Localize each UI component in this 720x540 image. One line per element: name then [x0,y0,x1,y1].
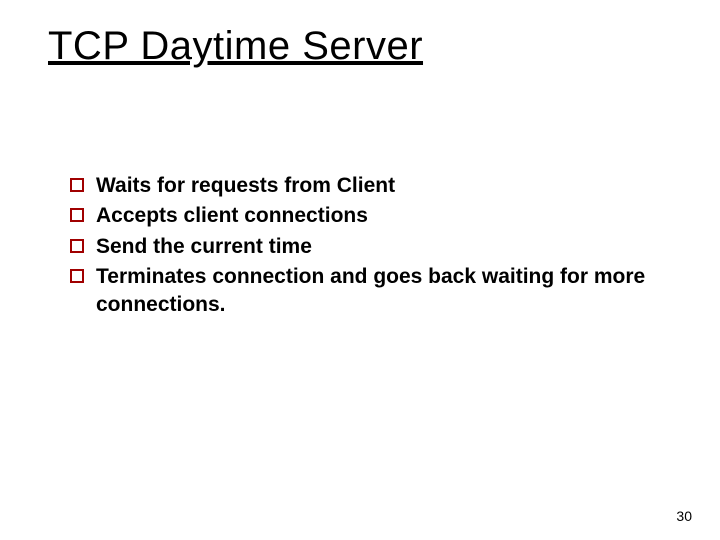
slide: TCP Daytime Server Waits for requests fr… [0,0,720,540]
bullet-text: Send the current time [96,233,660,261]
list-item: Terminates connection and goes back wait… [70,263,660,320]
list-item: Send the current time [70,233,660,261]
slide-title: TCP Daytime Server [48,24,423,69]
list-item: Accepts client connections [70,202,660,230]
bullet-list: Waits for requests from Client Accepts c… [70,170,660,322]
bullet-text: Waits for requests from Client [96,172,660,200]
bullet-icon [70,208,84,222]
list-item: Waits for requests from Client [70,172,660,200]
page-number: 30 [676,508,692,524]
bullet-text: Terminates connection and goes back wait… [96,263,660,320]
bullet-icon [70,269,84,283]
bullet-icon [70,239,84,253]
bullet-icon [70,178,84,192]
bullet-text: Accepts client connections [96,202,660,230]
